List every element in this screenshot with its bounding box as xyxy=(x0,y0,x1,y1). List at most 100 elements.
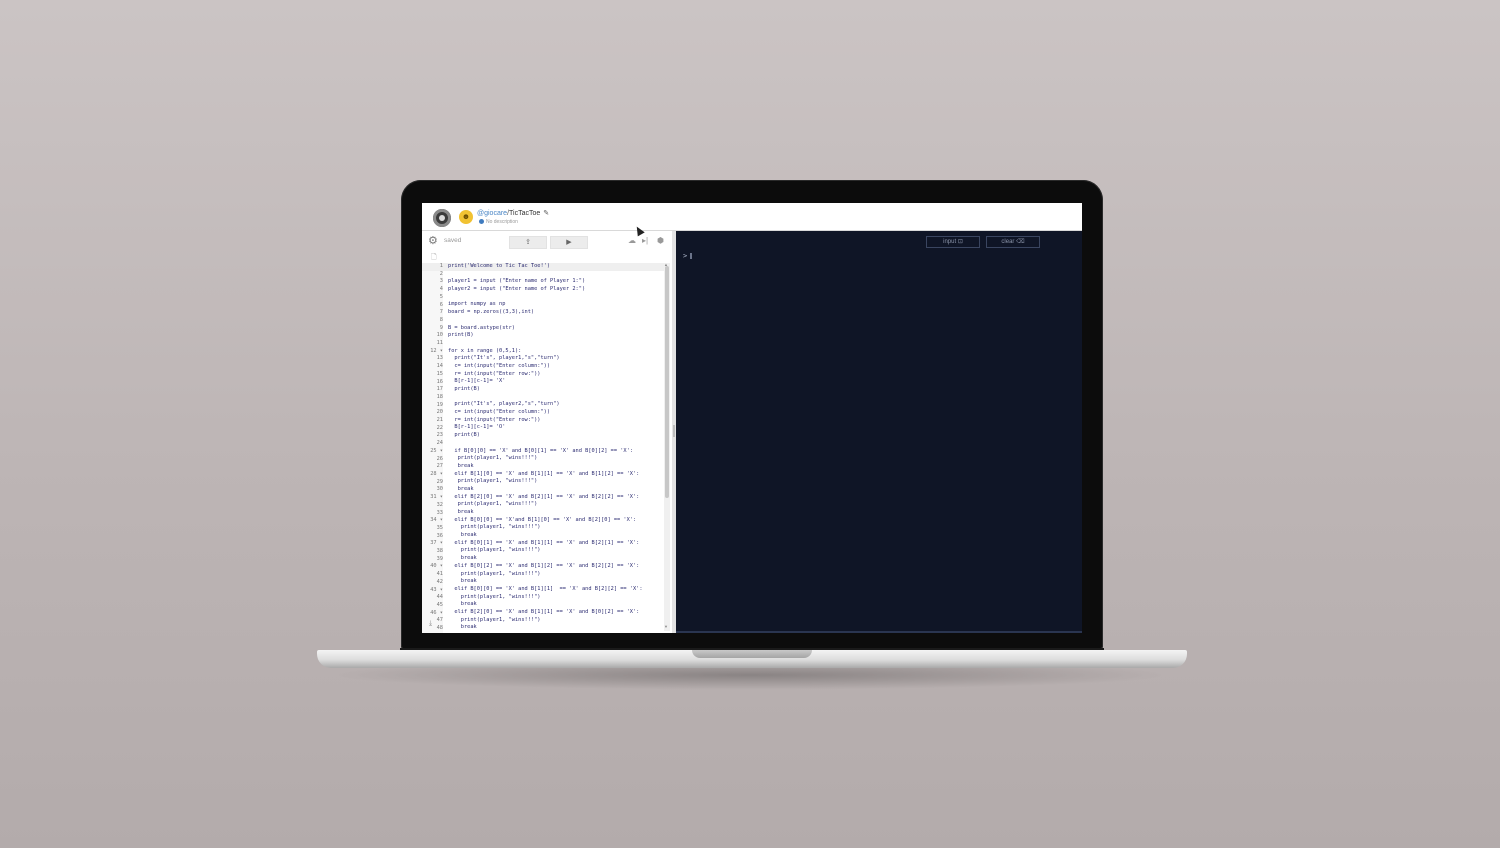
code-line[interactable]: elif B[1][0] == 'X' and B[1][1] == 'X' a… xyxy=(448,471,664,479)
package-icon[interactable]: ⬢ xyxy=(657,236,664,245)
line-number: 35 xyxy=(436,524,443,531)
code-line[interactable]: B[r-1][c-1]= 'X' xyxy=(448,378,664,386)
line-number: 38 xyxy=(436,548,443,555)
laptop-notch xyxy=(692,650,812,658)
code-line[interactable] xyxy=(448,317,664,325)
line-number: 31 ▾ xyxy=(430,494,443,501)
code-line[interactable]: break xyxy=(448,624,664,631)
line-number: 10 xyxy=(436,332,443,339)
line-number: 28 ▾ xyxy=(430,470,443,477)
code-line[interactable]: elif B[0][0] == 'X'and B[1][0] == 'X' an… xyxy=(448,517,664,525)
editor-scrollbar-thumb[interactable] xyxy=(665,266,669,498)
text-cursor xyxy=(690,253,693,259)
line-number: 30 xyxy=(436,486,443,493)
line-number: 44 xyxy=(436,594,443,601)
code-line[interactable]: print(B) xyxy=(448,332,664,340)
scroll-up-icon[interactable]: ▲ xyxy=(664,262,668,267)
code-line[interactable]: B[r-1][c-1]= 'O' xyxy=(448,424,664,432)
step-icon[interactable]: ▸| xyxy=(642,236,648,245)
share-icon: ⇪ xyxy=(525,239,531,246)
download-icon[interactable]: ⤓ xyxy=(429,620,432,628)
line-number: 25 ▾ xyxy=(430,447,443,454)
code-line[interactable]: if B[0][0] == 'X' and B[0][1] == 'X' and… xyxy=(448,448,664,456)
run-button[interactable]: ▶ xyxy=(550,236,588,249)
line-number: 48 xyxy=(436,625,443,632)
description-text[interactable]: No description xyxy=(486,219,518,225)
user-avatar[interactable]: ☻ xyxy=(459,210,473,224)
code-line[interactable]: player2 = input ("Enter name of Player 2… xyxy=(448,286,664,294)
username-link[interactable]: @giocare xyxy=(477,210,507,217)
code-line[interactable]: print(player1, "wins!!!") xyxy=(448,501,664,509)
input-button[interactable]: input ⊡ xyxy=(926,236,980,248)
code-line[interactable]: print(B) xyxy=(448,386,664,394)
code-line[interactable]: print('Welcome to Tic Tac Toe!') xyxy=(448,263,664,271)
console-bottom-bar xyxy=(676,631,1082,633)
line-number: 9 xyxy=(439,324,443,331)
code-line[interactable]: for x in range (0,5,1): xyxy=(448,348,664,356)
line-number: 5 xyxy=(439,293,443,300)
code-line[interactable]: print("It's", player2,"s","turn") xyxy=(448,401,664,409)
code-line[interactable]: break xyxy=(448,601,664,609)
line-number: 17 xyxy=(436,386,443,393)
code-line[interactable]: r= int(input("Enter row:")) xyxy=(448,371,664,379)
code-line[interactable]: break xyxy=(448,463,664,471)
line-number: 42 xyxy=(436,578,443,585)
code-editor-pane: ⚙ saved ⇪ ▶ ☁ ▸| ⬢ 🗋 1 2 3 4 5 6 7 8 9 10 11 12 ▾ 13… xyxy=(422,231,672,633)
line-number: 23 xyxy=(436,432,443,439)
code-line[interactable]: print(B) xyxy=(448,432,664,440)
code-line[interactable]: break xyxy=(448,578,664,586)
code-text-area[interactable]: print('Welcome to Tic Tac Toe!') player1 … xyxy=(448,263,664,631)
code-line[interactable]: break xyxy=(448,532,664,540)
edit-icon[interactable]: ✎ xyxy=(543,210,549,217)
code-line[interactable]: board = np.zeros((3,3),int) xyxy=(448,309,664,317)
code-line[interactable]: r= int(input("Enter row:")) xyxy=(448,417,664,425)
console-pane[interactable]: input ⊡ clear ⌫ > xyxy=(676,231,1082,633)
code-line[interactable] xyxy=(448,271,664,279)
code-line[interactable] xyxy=(448,440,664,448)
line-number: 27 xyxy=(436,463,443,470)
code-line[interactable]: B = board.astype(str) xyxy=(448,325,664,333)
code-line[interactable]: print(player1, "wins!!!") xyxy=(448,455,664,463)
code-line[interactable] xyxy=(448,294,664,302)
code-line[interactable]: c= int(input("Enter column:")) xyxy=(448,409,664,417)
code-line[interactable]: print(player1, "wins!!!") xyxy=(448,478,664,486)
repl-name[interactable]: TicTacToe xyxy=(509,210,540,217)
line-number: 37 ▾ xyxy=(430,540,443,547)
code-line[interactable]: print(player1, "wins!!!") xyxy=(448,547,664,555)
repl-logo-icon[interactable] xyxy=(433,209,451,227)
line-number: 22 xyxy=(436,424,443,431)
code-line[interactable]: break xyxy=(448,555,664,563)
line-number: 47 xyxy=(436,617,443,624)
code-line[interactable]: player1 = input ("Enter name of Player 1… xyxy=(448,278,664,286)
code-line[interactable] xyxy=(448,394,664,402)
code-line[interactable]: print(player1, "wins!!!") xyxy=(448,617,664,625)
share-button[interactable]: ⇪ xyxy=(509,236,547,249)
divider-grip[interactable] xyxy=(673,425,675,437)
line-number: 39 xyxy=(436,555,443,562)
line-number: 33 xyxy=(436,509,443,516)
code-line[interactable]: print(player1, "wins!!!") xyxy=(448,594,664,602)
code-line[interactable]: elif B[0][2] == 'X' and B[1][2] == 'X' a… xyxy=(448,563,664,571)
code-line[interactable]: break xyxy=(448,486,664,494)
play-icon: ▶ xyxy=(566,239,572,246)
code-line[interactable]: elif B[0][0] == 'X' and B[1][1] == 'X' a… xyxy=(448,586,664,594)
code-line[interactable]: print(player1, "wins!!!") xyxy=(448,524,664,532)
code-line[interactable]: break xyxy=(448,509,664,517)
code-line[interactable]: import numpy as np xyxy=(448,301,664,309)
code-line[interactable]: elif B[0][1] == 'X' and B[1][1] == 'X' a… xyxy=(448,540,664,548)
code-line[interactable]: c= int(input("Enter column:")) xyxy=(448,363,664,371)
line-number: 45 xyxy=(436,601,443,608)
code-line[interactable]: elif B[2][0] == 'X' and B[1][1] == 'X' a… xyxy=(448,609,664,617)
gear-icon[interactable]: ⚙ xyxy=(428,234,438,247)
code-line[interactable]: print(player1, "wins!!!") xyxy=(448,571,664,579)
cloud-icon[interactable]: ☁ xyxy=(628,236,636,245)
line-number: 20 xyxy=(436,409,443,416)
code-line[interactable]: print("It's", player1,"s","turn") xyxy=(448,355,664,363)
line-number: 29 xyxy=(436,478,443,485)
scroll-down-icon[interactable]: ▼ xyxy=(664,624,668,629)
line-number: 8 xyxy=(439,316,443,323)
code-line[interactable] xyxy=(448,340,664,348)
code-line[interactable]: elif B[2][0] == 'X' and B[2][1] == 'X' a… xyxy=(448,494,664,502)
line-number: 4 xyxy=(439,286,443,293)
clear-button[interactable]: clear ⌫ xyxy=(986,236,1040,248)
